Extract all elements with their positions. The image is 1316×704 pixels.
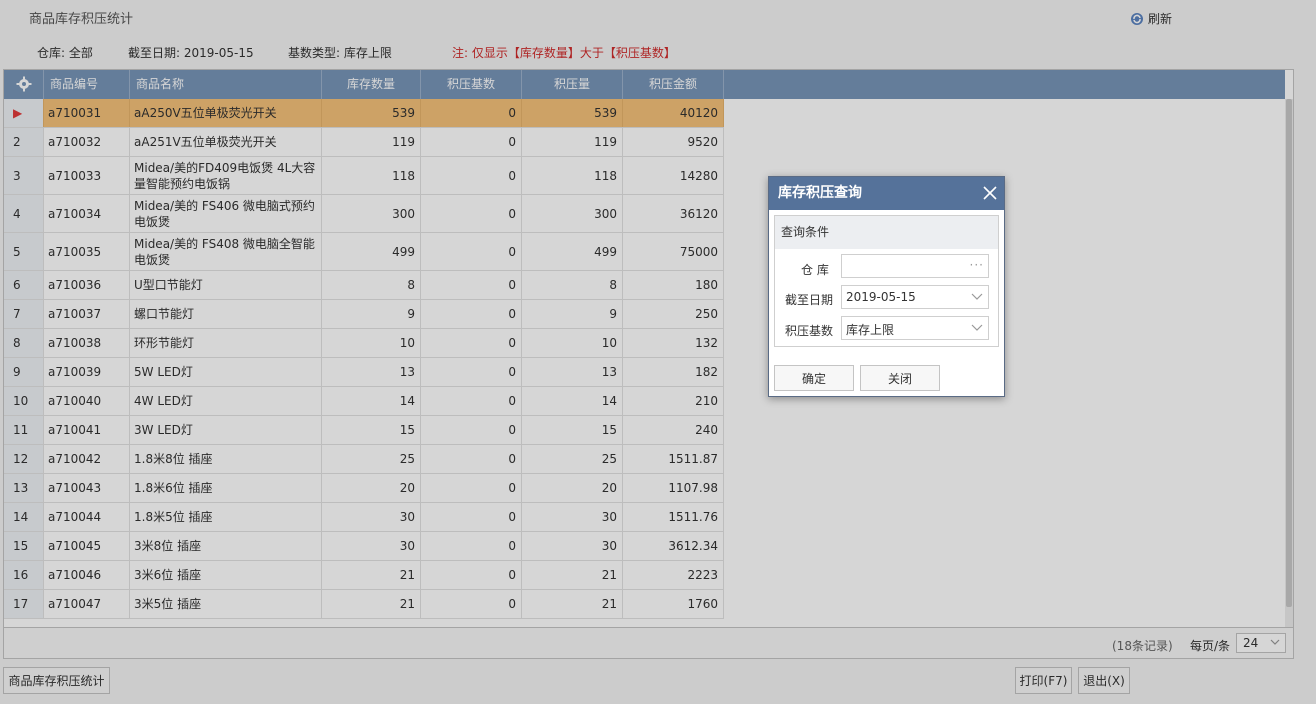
- base-value: 库存上限: [846, 323, 895, 337]
- confirm-label: 确定: [801, 371, 826, 386]
- warehouse-field[interactable]: ···: [841, 254, 989, 278]
- confirm-button[interactable]: 确定: [774, 365, 854, 391]
- inventory-backlog-dialog: 库存积压查询 查询条件 仓 库 ··· 截至日期 2019-05-15 积压基数…: [768, 176, 1005, 397]
- chevron-down-icon[interactable]: [971, 292, 983, 302]
- close-icon[interactable]: [982, 185, 998, 201]
- modal-overlay: [0, 0, 1316, 704]
- query-conditions-panel: 查询条件 仓 库 ··· 截至日期 2019-05-15 积压基数 库存上限: [774, 215, 999, 347]
- more-icon[interactable]: ···: [970, 258, 984, 272]
- base-select[interactable]: 库存上限: [841, 316, 989, 340]
- dialog-title: 库存积压查询: [769, 177, 1004, 210]
- dialog-close-button[interactable]: 关闭: [860, 365, 940, 391]
- date-label: 截至日期: [785, 293, 834, 307]
- warehouse-label: 仓 库: [801, 263, 829, 277]
- date-value: 2019-05-15: [846, 290, 916, 304]
- section-title: 查询条件: [775, 216, 998, 249]
- chevron-down-icon[interactable]: [971, 323, 983, 333]
- date-field[interactable]: 2019-05-15: [841, 285, 989, 309]
- dialog-close-label: 关闭: [887, 371, 912, 386]
- base-label: 积压基数: [785, 324, 834, 338]
